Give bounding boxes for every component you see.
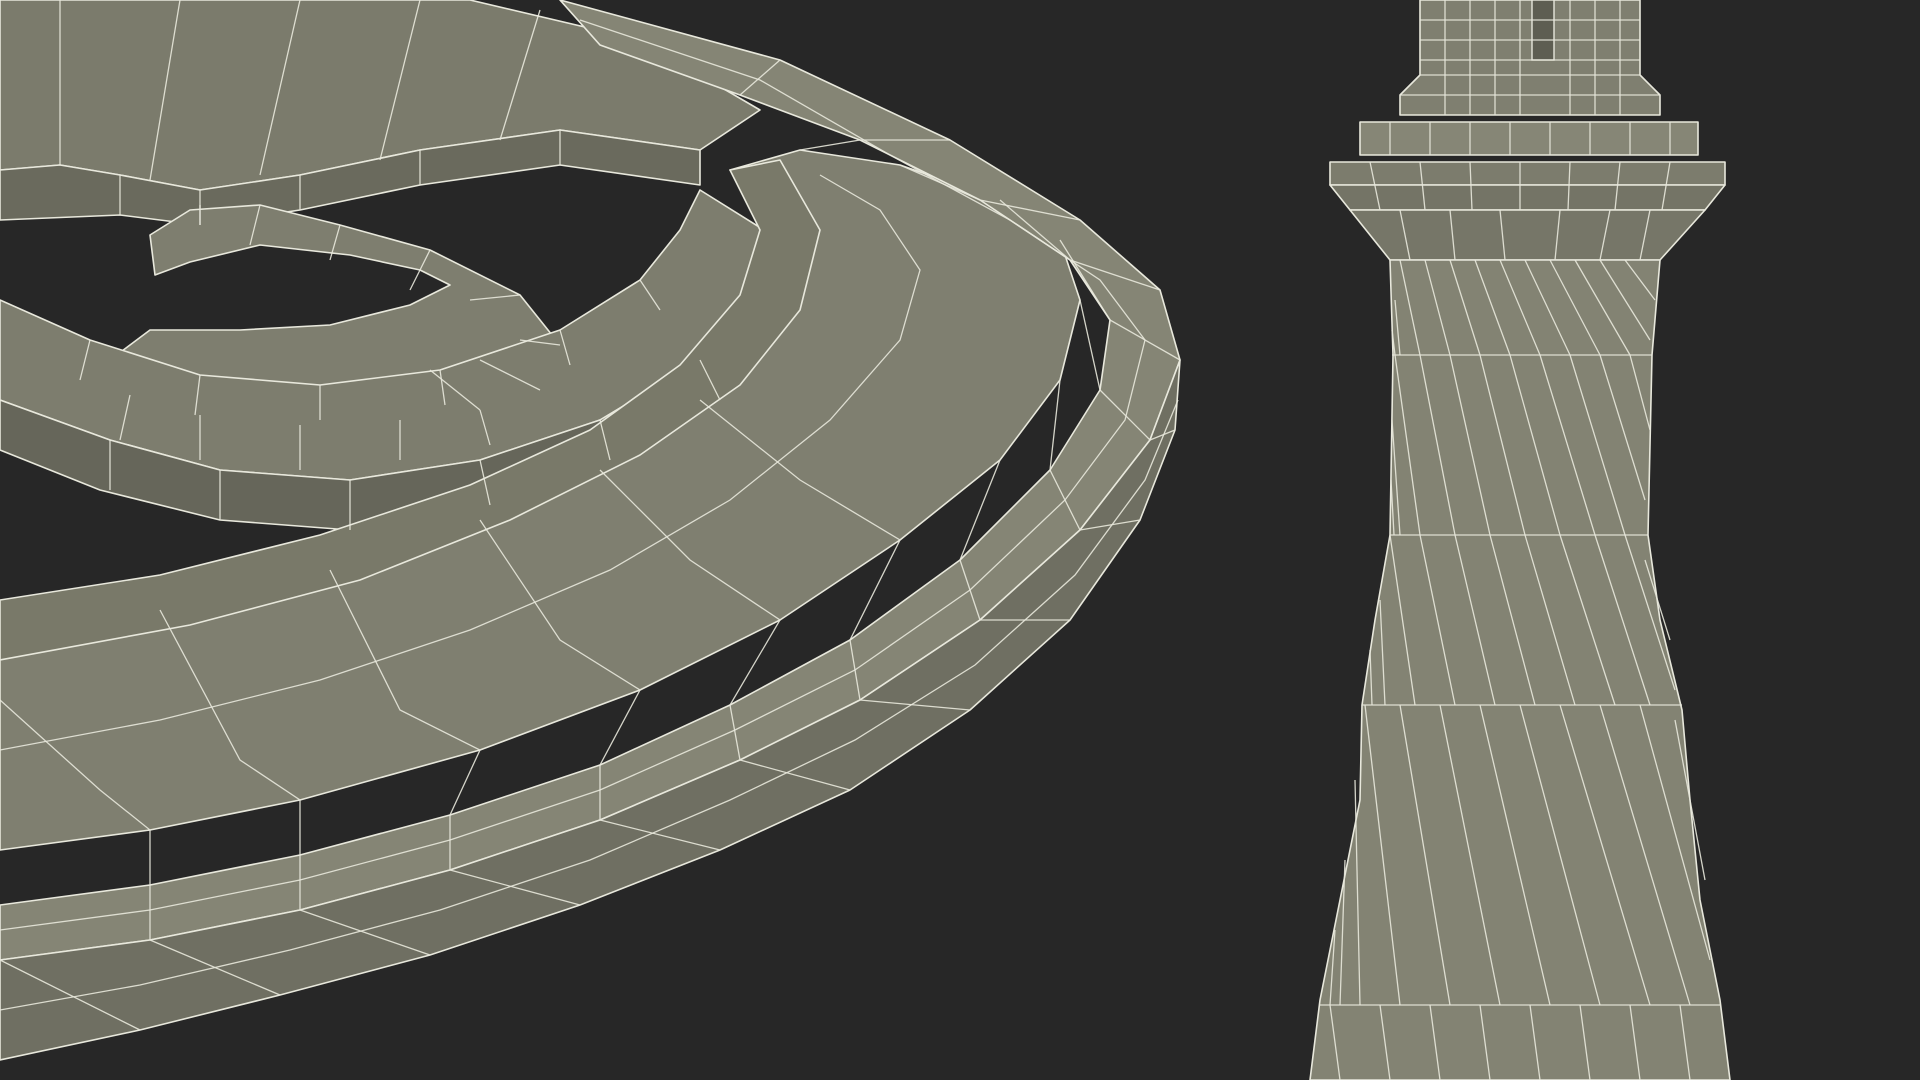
baluster-collar-lower [1329, 161, 1726, 186]
baluster-neck [1399, 0, 1661, 116]
baluster-flare [1349, 209, 1706, 261]
baluster-neck-slot [1531, 0, 1555, 61]
wireframe-render-canvas [0, 0, 1920, 1080]
baluster-collar-upper [1359, 121, 1699, 156]
